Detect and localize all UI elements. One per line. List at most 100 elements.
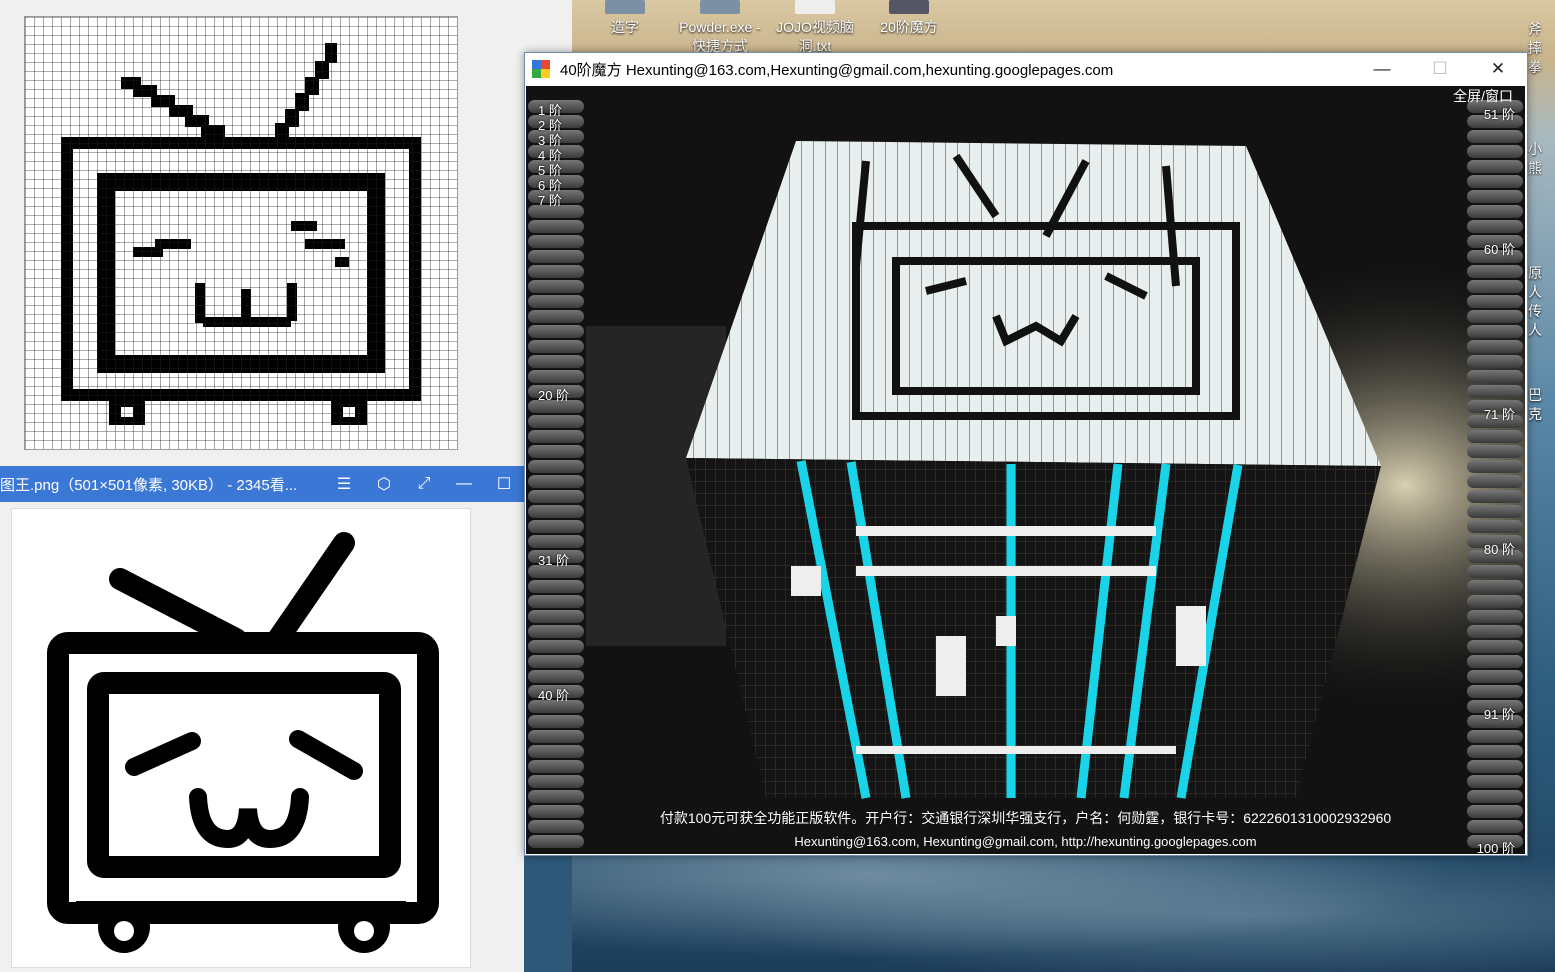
level-pill[interactable] (1467, 685, 1523, 698)
desktop-icon-20-cube[interactable]: 20阶魔方 (864, 0, 954, 37)
level-pill[interactable] (528, 415, 584, 428)
level-pill[interactable] (528, 460, 584, 473)
side-label-3[interactable]: 原人传人 (1528, 264, 1554, 340)
level-pill[interactable] (528, 355, 584, 368)
maximize-icon[interactable]: ☐ (484, 474, 524, 494)
level-pill[interactable] (1467, 385, 1523, 398)
level-pill[interactable] (528, 670, 584, 683)
level-label[interactable]: 51 阶 (1484, 104, 1515, 123)
side-label-4[interactable]: 巴克 (1528, 386, 1555, 424)
level-pill[interactable] (1467, 430, 1523, 443)
level-pill[interactable] (528, 790, 584, 803)
desktop-icon-zaozi[interactable]: 造字 (580, 0, 670, 37)
left-level-tabs[interactable]: 1 阶 2 阶 3 阶 4 阶 5 阶 6 阶 7 阶 20 阶 31 阶 40… (526, 86, 586, 854)
close-icon[interactable]: ✕ (1469, 59, 1527, 79)
level-pill[interactable] (528, 655, 584, 668)
level-pill[interactable] (528, 505, 584, 518)
level-pill[interactable] (1467, 475, 1523, 488)
side-label-2[interactable]: 小熊 (1528, 140, 1555, 178)
level-pill[interactable] (1467, 145, 1523, 158)
level-pill[interactable] (1467, 595, 1523, 608)
level-pill[interactable] (1467, 640, 1523, 653)
level-pill[interactable] (1467, 460, 1523, 473)
level-pill[interactable] (1467, 520, 1523, 533)
level-pill[interactable] (528, 475, 584, 488)
level-pill[interactable] (528, 325, 584, 338)
level-label[interactable]: 20 阶 (538, 385, 569, 404)
level-pill[interactable] (528, 280, 584, 293)
cube-viewport[interactable]: 1 阶 2 阶 3 阶 4 阶 5 阶 6 阶 7 阶 20 阶 31 阶 40… (526, 86, 1525, 854)
level-pill[interactable] (1467, 670, 1523, 683)
minimize-icon[interactable]: — (1353, 59, 1411, 79)
level-pill[interactable] (528, 625, 584, 638)
level-pill[interactable] (528, 490, 584, 503)
level-label[interactable]: 31 阶 (538, 550, 569, 569)
level-pill[interactable] (1467, 445, 1523, 458)
level-pill[interactable] (1467, 310, 1523, 323)
level-pill[interactable] (528, 580, 584, 593)
level-pill[interactable] (1467, 580, 1523, 593)
level-pill[interactable] (528, 520, 584, 533)
level-pill[interactable] (1467, 355, 1523, 368)
desktop-icon-jojo[interactable]: JOJO视频脑洞.txt (770, 0, 860, 56)
level-pill[interactable] (1467, 655, 1523, 668)
fullscreen-icon[interactable]: ⤢ (404, 475, 444, 493)
level-pill[interactable] (1467, 280, 1523, 293)
level-pill[interactable] (528, 430, 584, 443)
level-pill[interactable] (528, 445, 584, 458)
level-pill[interactable] (1467, 760, 1523, 773)
level-label[interactable]: 71 阶 (1484, 404, 1515, 423)
level-label[interactable]: 40 阶 (538, 685, 569, 704)
level-pill[interactable] (1467, 220, 1523, 233)
level-pill[interactable] (528, 220, 584, 233)
level-pill[interactable] (1467, 505, 1523, 518)
level-label[interactable]: 7 阶 (538, 190, 562, 209)
maximize-icon[interactable]: ☐ (1411, 59, 1469, 79)
level-pill[interactable] (1467, 490, 1523, 503)
level-pill[interactable] (1467, 175, 1523, 188)
pixel-grid-canvas[interactable] (24, 16, 458, 450)
level-pill[interactable] (528, 610, 584, 623)
level-pill[interactable] (1467, 130, 1523, 143)
level-pill[interactable] (1467, 790, 1523, 803)
menu-icon[interactable]: ☰ (324, 474, 364, 494)
level-pill[interactable] (1467, 745, 1523, 758)
level-pill[interactable] (528, 745, 584, 758)
level-pill[interactable] (1467, 625, 1523, 638)
level-pill[interactable] (1467, 370, 1523, 383)
level-label[interactable]: 80 阶 (1484, 539, 1515, 558)
level-pill[interactable] (1467, 610, 1523, 623)
level-pill[interactable] (528, 370, 584, 383)
level-pill[interactable] (528, 730, 584, 743)
level-pill[interactable] (1467, 775, 1523, 788)
level-pill[interactable] (1467, 265, 1523, 278)
level-pill[interactable] (528, 340, 584, 353)
level-pill[interactable] (1467, 205, 1523, 218)
level-pill[interactable] (528, 295, 584, 308)
level-pill[interactable] (528, 235, 584, 248)
level-pill[interactable] (1467, 325, 1523, 338)
level-pill[interactable] (528, 265, 584, 278)
level-pill[interactable] (528, 535, 584, 548)
fullscreen-window-toggle[interactable]: 全屏/窗口 (1453, 86, 1513, 106)
level-pill[interactable] (1467, 295, 1523, 308)
level-pill[interactable] (1467, 340, 1523, 353)
level-pill[interactable] (1467, 160, 1523, 173)
level-pill[interactable] (528, 250, 584, 263)
level-pill[interactable] (528, 640, 584, 653)
right-level-tabs[interactable]: 51 阶 60 阶 71 阶 80 阶 91 阶 100 阶 (1465, 86, 1525, 854)
level-label[interactable]: 91 阶 (1484, 704, 1515, 723)
level-pill[interactable] (528, 760, 584, 773)
minimize-icon[interactable]: — (444, 475, 484, 493)
level-label[interactable]: 60 阶 (1484, 239, 1515, 258)
level-pill[interactable] (528, 595, 584, 608)
level-pill[interactable] (528, 775, 584, 788)
desktop-icon-powder[interactable]: Powder.exe - 快捷方式 (674, 0, 766, 56)
level-pill[interactable] (1467, 565, 1523, 578)
level-pill[interactable] (1467, 190, 1523, 203)
skin-icon[interactable]: ⬡ (364, 474, 404, 494)
level-pill[interactable] (1467, 730, 1523, 743)
level-pill[interactable] (528, 310, 584, 323)
side-label-1[interactable]: 斧摔拳 (1528, 20, 1554, 77)
level-pill[interactable] (528, 715, 584, 728)
